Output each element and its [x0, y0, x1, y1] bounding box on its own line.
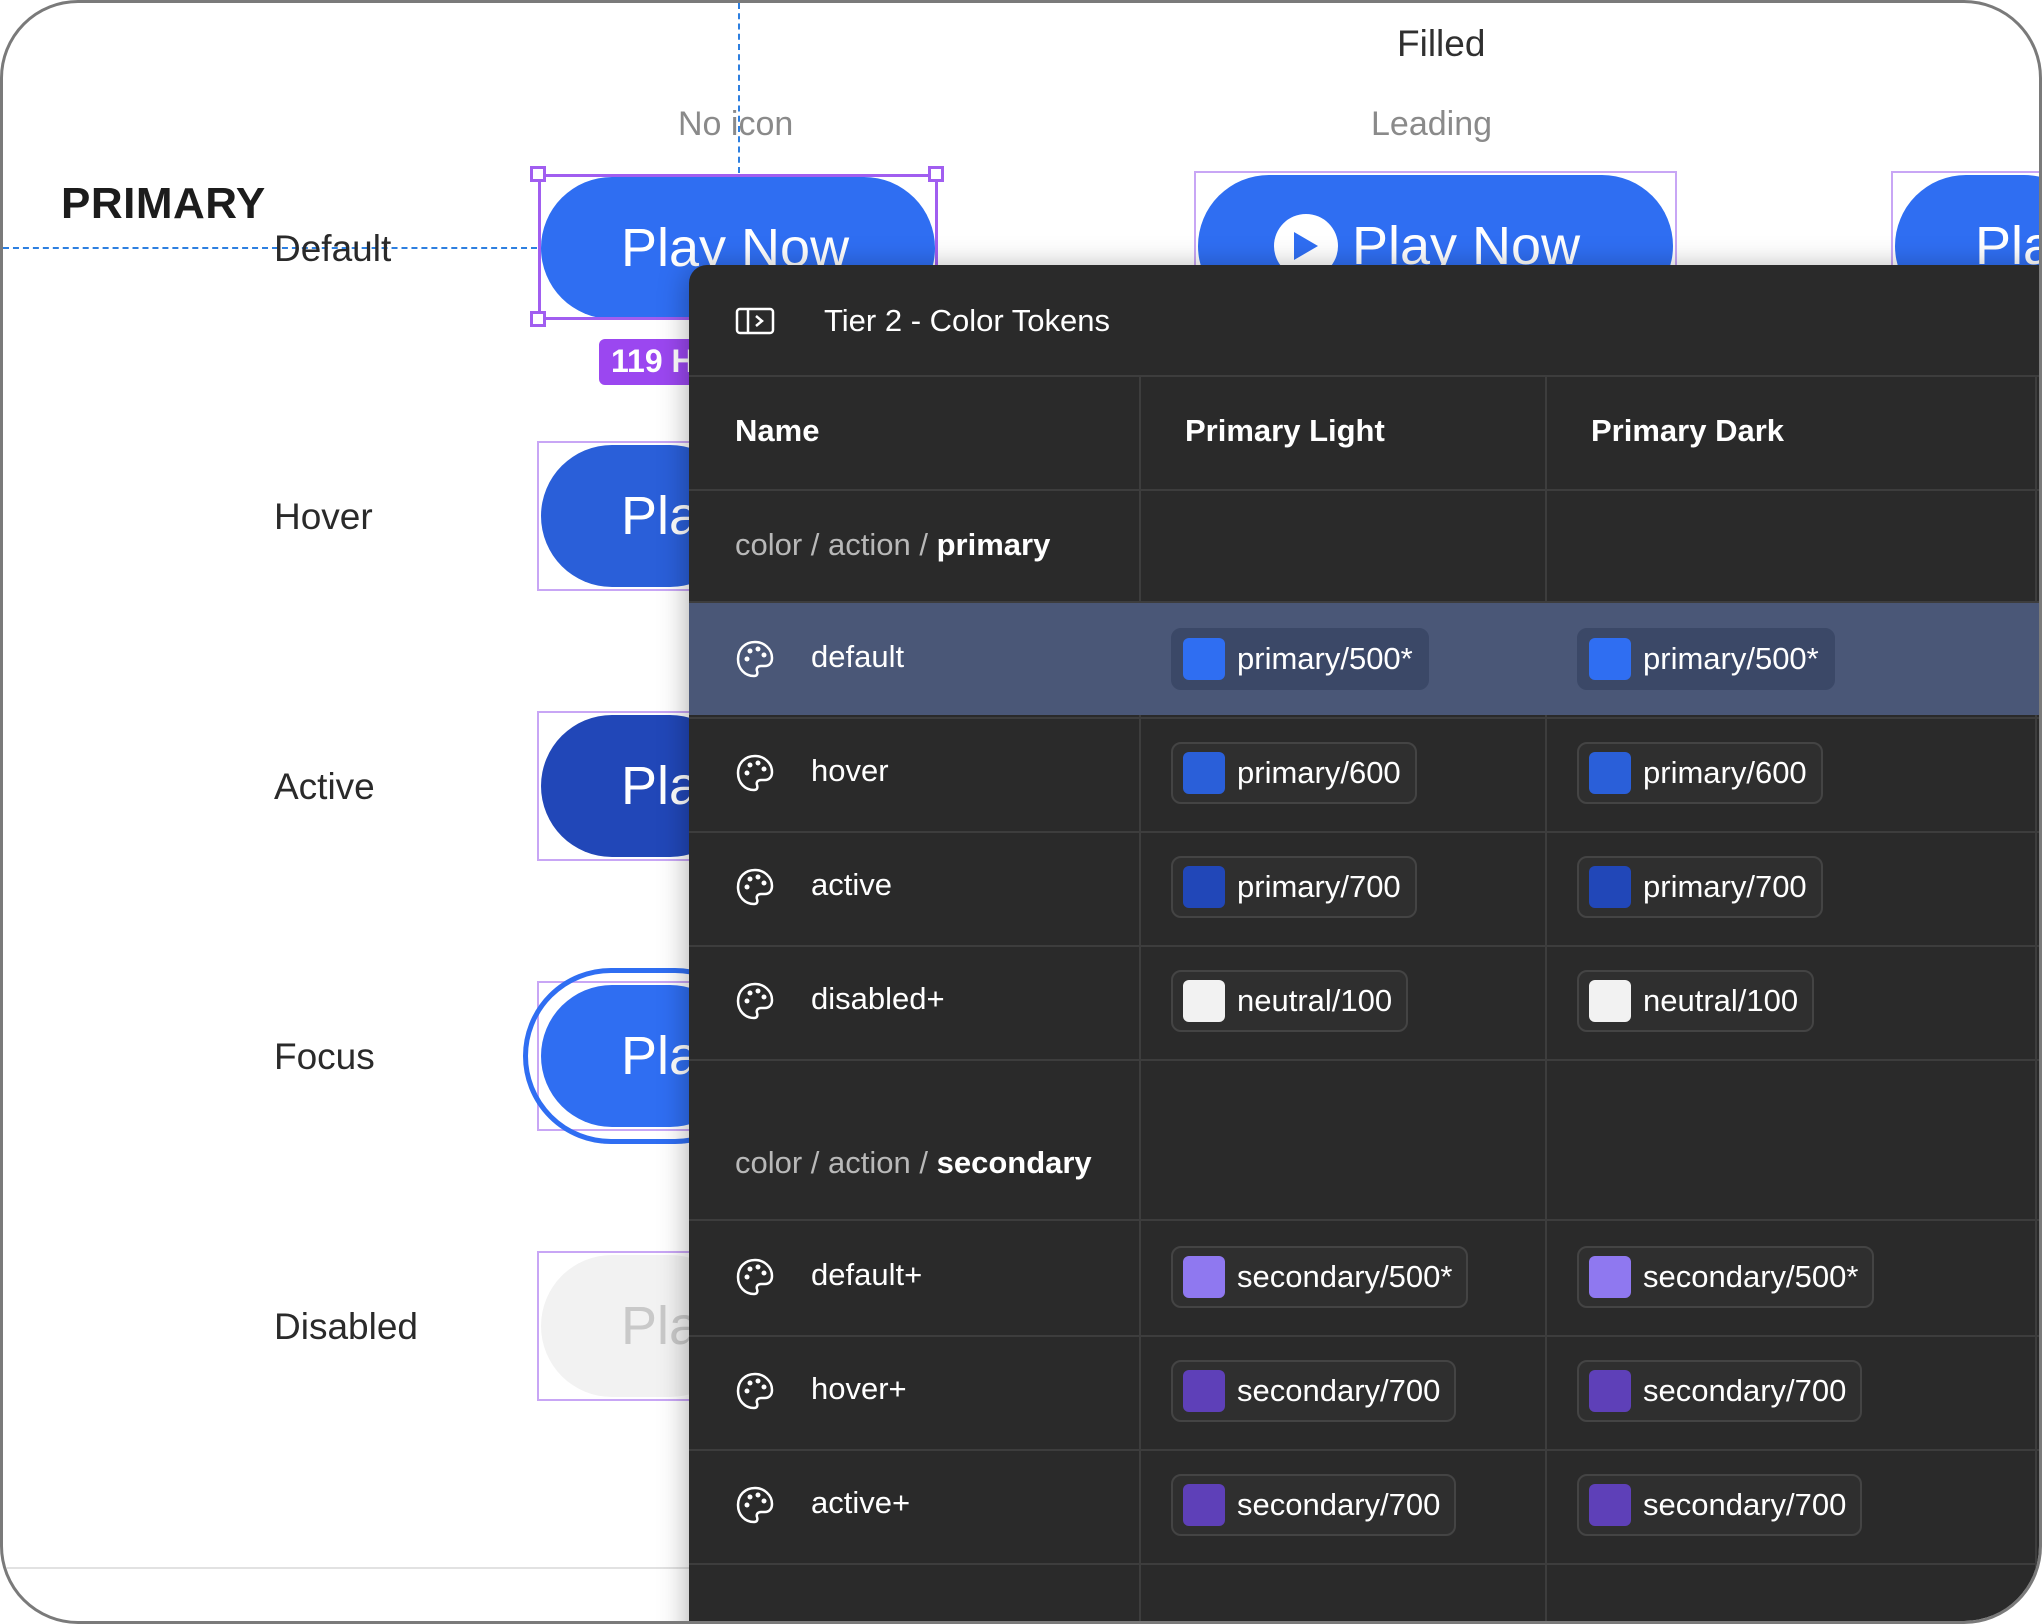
row-divider [689, 831, 2039, 833]
token-value: secondary/700 [1643, 1487, 1847, 1522]
token-chip-dark[interactable]: primary/500* [1577, 628, 1835, 690]
row-divider [689, 945, 2039, 947]
color-swatch [1183, 1256, 1225, 1298]
token-chip-dark[interactable]: secondary/700 [1577, 1360, 1863, 1422]
token-chip-light[interactable]: neutral/100 [1171, 970, 1409, 1032]
color-swatch [1183, 1370, 1225, 1412]
state-label-hover: Hover [274, 496, 373, 537]
token-chip-light[interactable]: secondary/700 [1171, 1474, 1457, 1536]
subcolumn-leading: Leading [1371, 105, 1493, 143]
token-name[interactable]: default+ [811, 1257, 922, 1293]
token-value: primary/600 [1237, 755, 1401, 790]
palette-icon [735, 753, 775, 793]
token-value: primary/600 [1643, 755, 1807, 790]
palette-icon [735, 1257, 775, 1297]
token-chip-light[interactable]: primary/700 [1171, 856, 1417, 918]
column-divider [1545, 375, 1547, 1621]
token-value: primary/500* [1643, 641, 1819, 676]
palette-icon [735, 639, 775, 679]
token-value: secondary/700 [1237, 1487, 1441, 1522]
token-value: primary/700 [1643, 869, 1807, 904]
horizontal-guide [3, 247, 537, 249]
color-swatch [1589, 980, 1631, 1022]
token-name[interactable]: hover+ [811, 1371, 907, 1407]
sidebar-toggle-icon[interactable] [735, 307, 775, 335]
state-label-focus: Focus [274, 1036, 375, 1077]
token-name[interactable]: active [811, 867, 892, 903]
token-chip-dark[interactable]: secondary/500* [1577, 1246, 1875, 1308]
panel-title: Tier 2 - Color Tokens [824, 303, 1110, 338]
color-swatch [1589, 866, 1631, 908]
token-value: secondary/700 [1237, 1373, 1441, 1408]
token-chip-light[interactable]: secondary/500* [1171, 1246, 1469, 1308]
palette-icon [735, 1371, 775, 1411]
button-label: Pla [621, 756, 700, 816]
canvas-frame: Filled No icon Leading PRIMARY Default H… [0, 0, 2042, 1624]
token-value: neutral/100 [1643, 983, 1799, 1018]
resize-handle-top-left[interactable] [530, 166, 546, 182]
token-chip-light[interactable]: primary/600 [1171, 742, 1417, 804]
token-value: secondary/500* [1237, 1259, 1453, 1294]
color-tokens-panel: Tier 2 - Color Tokens Name Primary Light… [689, 265, 2039, 1621]
palette-icon [735, 867, 775, 907]
divider [689, 601, 2039, 603]
token-value: primary/500* [1237, 641, 1413, 676]
palette-icon [735, 1485, 775, 1525]
palette-icon [735, 981, 775, 1021]
token-value: secondary/500* [1643, 1259, 1859, 1294]
panel-header: Tier 2 - Color Tokens [689, 265, 2039, 375]
column-divider [2035, 375, 2037, 1621]
token-name[interactable]: default [811, 639, 904, 675]
divider [689, 1219, 2039, 1221]
token-name[interactable]: active+ [811, 1485, 910, 1521]
color-swatch [1589, 638, 1631, 680]
group-label-secondary: color / action / secondary [735, 1145, 1092, 1180]
resize-handle-top-right[interactable] [928, 166, 944, 182]
button-label: Pla [621, 1026, 700, 1086]
section-label-primary: PRIMARY [61, 179, 266, 228]
token-chip-dark[interactable]: primary/700 [1577, 856, 1823, 918]
token-chip-light[interactable]: secondary/700 [1171, 1360, 1457, 1422]
subcolumn-no-icon: No icon [678, 105, 794, 143]
color-swatch [1589, 1256, 1631, 1298]
color-swatch [1589, 1484, 1631, 1526]
token-value: secondary/700 [1643, 1373, 1847, 1408]
token-value: primary/700 [1237, 869, 1401, 904]
token-chip-dark[interactable]: primary/600 [1577, 742, 1823, 804]
column-title-filled: Filled [1397, 23, 1486, 64]
group-label-primary: color / action / primary [735, 527, 1051, 562]
header-primary-dark[interactable]: Primary Dark [1591, 413, 1784, 449]
token-name[interactable]: hover [811, 753, 889, 789]
row-divider [689, 1335, 2039, 1337]
color-swatch [1183, 638, 1225, 680]
color-swatch [1183, 980, 1225, 1022]
divider [3, 1567, 703, 1569]
row-divider [689, 1449, 2039, 1451]
color-swatch [1183, 866, 1225, 908]
button-label: Pla [621, 486, 700, 546]
row-divider [689, 717, 2039, 719]
vertical-guide [738, 3, 740, 173]
header-primary-light[interactable]: Primary Light [1185, 413, 1385, 449]
token-value: neutral/100 [1237, 983, 1393, 1018]
color-swatch [1589, 1370, 1631, 1412]
state-label-default: Default [274, 228, 392, 269]
divider [689, 375, 2039, 377]
row-divider [689, 1059, 2039, 1061]
token-chip-dark[interactable]: secondary/700 [1577, 1474, 1863, 1536]
color-swatch [1183, 1484, 1225, 1526]
button-label: Pla [621, 1296, 700, 1356]
color-swatch [1183, 752, 1225, 794]
resize-handle-bottom-left[interactable] [530, 311, 546, 327]
header-name[interactable]: Name [735, 413, 819, 449]
token-chip-dark[interactable]: neutral/100 [1577, 970, 1815, 1032]
row-divider [689, 1563, 2039, 1565]
column-divider [1139, 375, 1141, 1621]
divider [689, 489, 2039, 491]
token-chip-light[interactable]: primary/500* [1171, 628, 1429, 690]
state-label-disabled: Disabled [274, 1306, 418, 1347]
color-swatch [1589, 752, 1631, 794]
token-name[interactable]: disabled+ [811, 981, 945, 1017]
state-label-active: Active [274, 766, 375, 807]
